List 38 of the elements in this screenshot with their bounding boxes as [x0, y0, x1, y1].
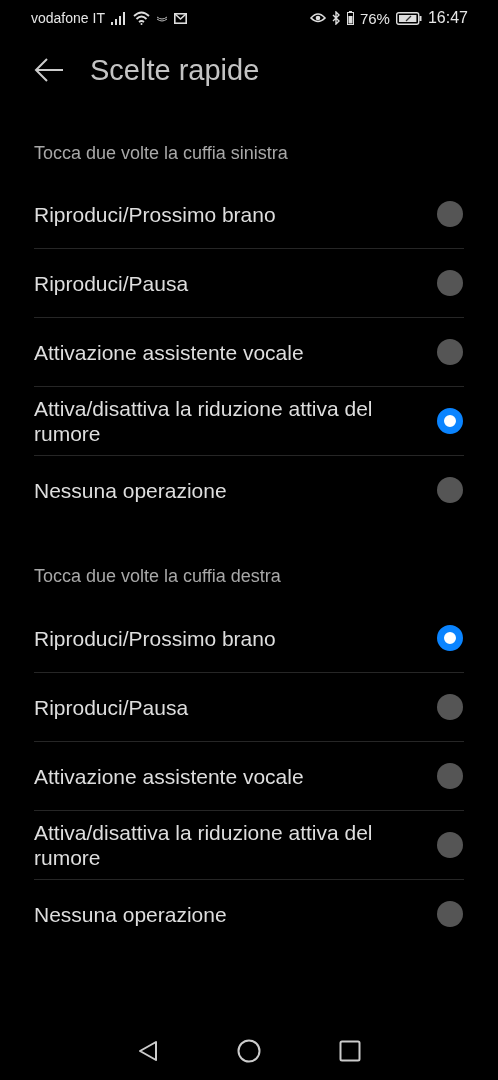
charging-battery-icon [395, 11, 422, 25]
radio-button[interactable] [437, 339, 463, 365]
option-label: Attivazione assistente vocale [34, 763, 305, 790]
eye-icon [309, 12, 326, 24]
option-label: Attiva/disattiva la riduzione attiva del rumore [34, 820, 374, 871]
battery-icon [346, 11, 354, 25]
radio-button[interactable] [437, 625, 463, 651]
radio-button[interactable] [437, 270, 463, 296]
bluetooth-icon [331, 11, 341, 25]
clock: 16:47 [427, 9, 468, 27]
radio-button[interactable] [437, 901, 463, 927]
mail-icon [173, 12, 187, 24]
carrier-name: vodafone IT [31, 10, 105, 26]
option-label: Riproduci/Prossimo brano [34, 625, 277, 652]
option-label: Riproduci/Prossimo brano [34, 201, 277, 228]
notification-icon [155, 14, 168, 22]
option-label: Nessuna operazione [34, 477, 228, 504]
section-header: Tocca due volte la cuffia sinistra [33, 142, 289, 165]
section-header: Tocca due volte la cuffia destra [33, 565, 282, 588]
option-label: Nessuna operazione [34, 901, 228, 928]
option-label: Riproduci/Pausa [34, 694, 190, 721]
radio-button[interactable] [437, 408, 463, 434]
option-label: Attiva/disattiva la riduzione attiva del rumore [34, 396, 374, 447]
recents-nav-button[interactable] [339, 1040, 361, 1062]
wifi-icon [132, 11, 150, 25]
option-label: Attivazione assistente vocale [34, 339, 305, 366]
option-label: Riproduci/Pausa [34, 270, 190, 297]
radio-button[interactable] [437, 763, 463, 789]
radio-button[interactable] [437, 201, 463, 227]
signal-icon [110, 11, 127, 25]
back-nav-button[interactable] [137, 1040, 159, 1062]
radio-button[interactable] [437, 694, 463, 720]
radio-button[interactable] [437, 477, 463, 503]
battery-percentage: 76% [359, 9, 390, 27]
radio-button[interactable] [437, 832, 463, 858]
home-nav-button[interactable] [237, 1039, 261, 1063]
page-title: Scelte rapide [90, 53, 260, 87]
back-button[interactable] [34, 57, 64, 83]
